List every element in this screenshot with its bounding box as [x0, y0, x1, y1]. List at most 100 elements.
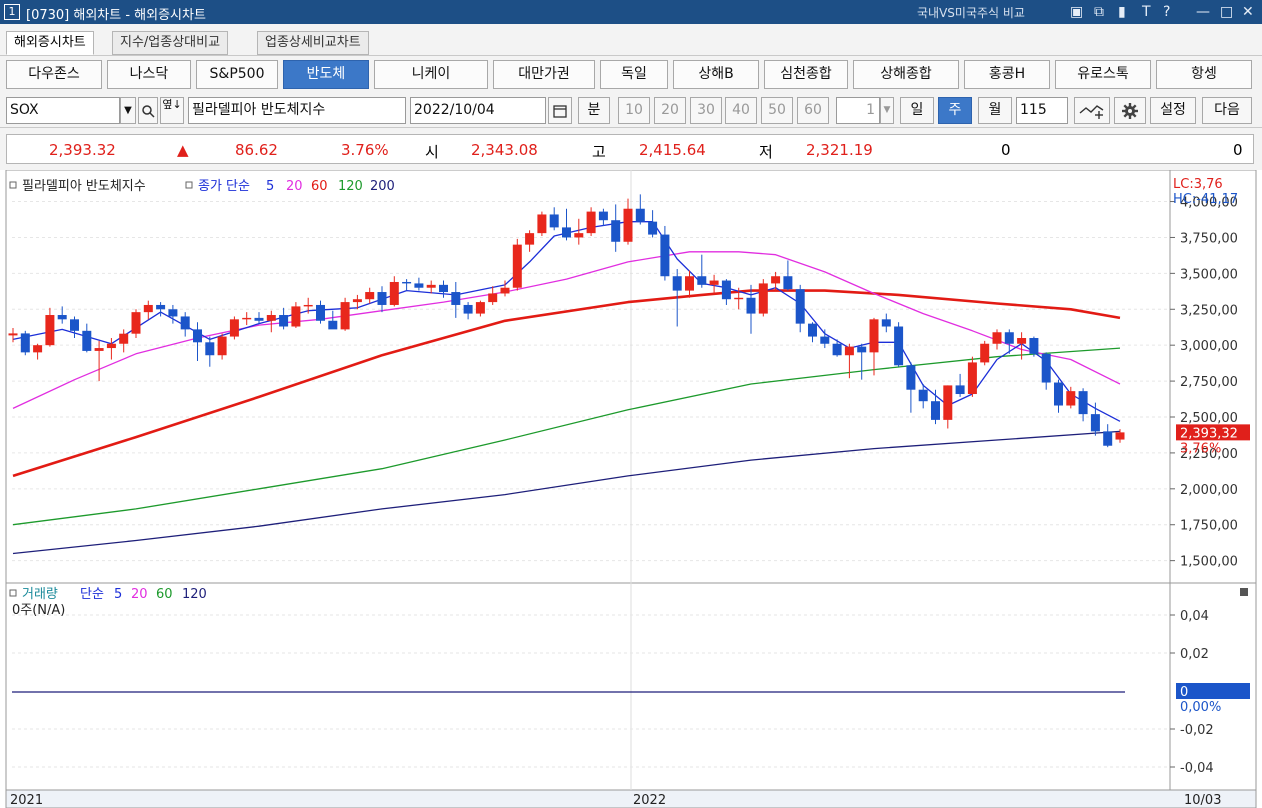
candle-body	[820, 336, 830, 344]
chart-area[interactable]: 0,04 0,02 -0,02 -0,04 1,500,00 1,750,00 2,000…	[0, 170, 1262, 808]
price-tick-label: 3,000,00	[1180, 339, 1238, 354]
index-button-nikkei[interactable]: 니케이	[374, 60, 488, 89]
candle-body	[808, 323, 817, 337]
candle-body	[475, 302, 485, 314]
pin-icon[interactable]: ▮	[1118, 2, 1126, 22]
copy-window-icon[interactable]: ⧉	[1094, 2, 1104, 22]
candle-body	[1054, 382, 1063, 406]
candle-body	[931, 401, 940, 420]
count-input[interactable]: 115	[1016, 97, 1068, 124]
candle-body	[242, 317, 252, 320]
open-label: 시	[425, 143, 439, 161]
ma20-legend: 20	[286, 179, 303, 194]
candle-body	[217, 336, 227, 356]
ma200-legend: 200	[370, 179, 395, 194]
tab-index-compare[interactable]: 지수/업종상대비교	[112, 31, 229, 55]
help-icon[interactable]: ?	[1163, 2, 1170, 22]
candle-body	[402, 281, 412, 284]
candle-body	[709, 280, 719, 285]
candle-body	[697, 276, 707, 285]
font-icon[interactable]: T	[1142, 2, 1151, 22]
index-button-hangseng[interactable]: 항셍	[1156, 60, 1252, 89]
candle-body	[783, 276, 793, 290]
chart-type-icon[interactable]	[1074, 97, 1110, 124]
volume-tick-label: -0,04	[1180, 761, 1214, 776]
candle-body	[106, 343, 116, 349]
compare-link[interactable]: 국내VS미국주식 비교	[917, 4, 1025, 21]
candle-body	[266, 315, 276, 321]
candle-body	[340, 302, 350, 330]
candle-body	[119, 333, 129, 344]
volume-legend-title: 거래량	[22, 587, 58, 602]
gear-icon[interactable]	[1114, 97, 1146, 124]
index-button-shanghai[interactable]: 상해종합	[853, 60, 959, 89]
index-button-dow[interactable]: 다우존스	[6, 60, 102, 89]
period-input[interactable]: 1	[836, 97, 880, 124]
tab-overseas-chart[interactable]: 해외증시차트	[6, 31, 94, 55]
price-tick-label: 1,750,00	[1180, 519, 1238, 534]
candle-body	[488, 293, 498, 303]
amount-value: 0	[1233, 141, 1243, 159]
candle-body	[82, 330, 92, 351]
index-button-hongkong-h[interactable]: 홍콩H	[964, 60, 1050, 89]
index-button-germany[interactable]: 독일	[600, 60, 668, 89]
month-button[interactable]: 월	[978, 97, 1012, 124]
candle-body	[303, 304, 313, 307]
minimize-icon[interactable]: —	[1196, 2, 1210, 22]
x-label-2021: 2021	[10, 793, 43, 808]
candle-body	[70, 319, 79, 331]
layout-icon[interactable]: ▣	[1070, 2, 1083, 22]
symbol-dropdown-icon[interactable]: ▼	[120, 97, 136, 124]
minute-40-button[interactable]: 40	[725, 97, 757, 124]
index-button-shenzhen[interactable]: 심천종합	[764, 60, 848, 89]
candle-body	[94, 348, 104, 351]
favorite-icon[interactable]: 옆↓	[160, 97, 184, 124]
calendar-icon[interactable]	[548, 97, 572, 124]
candle-body	[500, 287, 510, 294]
candle-body	[685, 276, 694, 291]
minute-button[interactable]: 분	[578, 97, 610, 124]
vol-ma60-legend: 60	[156, 587, 173, 602]
window-title: [0730] 해외차트 - 해외증시차트	[26, 8, 206, 23]
candle-body	[832, 343, 842, 356]
candle-body	[291, 306, 301, 327]
vol-ma120-legend: 120	[182, 587, 207, 602]
week-button[interactable]: 주	[938, 97, 972, 124]
search-icon[interactable]	[138, 97, 158, 124]
index-button-nasdaq[interactable]: 나스닥	[107, 60, 191, 89]
index-button-sp500[interactable]: S&P500	[196, 60, 278, 89]
minute-60-button[interactable]: 60	[797, 97, 829, 124]
maximize-icon[interactable]: □	[1220, 2, 1233, 22]
candle-body	[193, 329, 202, 343]
tab-sector-compare[interactable]: 업종상세비교차트	[257, 31, 369, 55]
panel-menu-icon[interactable]	[1240, 588, 1248, 596]
period-dropdown-icon[interactable]: ▼	[880, 97, 894, 124]
candle-body	[180, 316, 190, 330]
next-button[interactable]: 다음	[1202, 97, 1252, 124]
minute-50-button[interactable]: 50	[761, 97, 793, 124]
candlestick-chart[interactable]: 0,04 0,02 -0,02 -0,04 1,500,00 1,750,00 2,000…	[0, 170, 1262, 808]
symbol-input[interactable]: SOX	[6, 97, 120, 124]
minute-10-button[interactable]: 10	[618, 97, 650, 124]
date-input[interactable]: 2022/10/04	[410, 97, 546, 124]
close-icon[interactable]: ✕	[1242, 2, 1254, 22]
settings-button[interactable]: 설정	[1150, 97, 1196, 124]
minute-20-button[interactable]: 20	[654, 97, 686, 124]
candle-body	[537, 214, 547, 234]
candle-body	[611, 220, 621, 242]
candle-body	[131, 312, 141, 334]
candle-body	[758, 283, 768, 314]
volume-current-value: 0	[1180, 685, 1188, 700]
volume-tick-label: -0,02	[1180, 723, 1214, 738]
index-button-shanghai-b[interactable]: 상해B	[673, 60, 759, 89]
x-end-label: 10/03	[1184, 793, 1221, 808]
index-button-taiwan[interactable]: 대만가권	[493, 60, 595, 89]
vol-ma5-legend: 5	[114, 587, 122, 602]
candle-body	[660, 234, 670, 277]
candle-body	[168, 309, 178, 317]
minute-30-button[interactable]: 30	[690, 97, 722, 124]
vol-ma20-legend: 20	[131, 587, 148, 602]
day-button[interactable]: 일	[900, 97, 934, 124]
index-button-eurostoxx[interactable]: 유로스톡	[1055, 60, 1151, 89]
index-button-semiconductor[interactable]: 반도체	[283, 60, 369, 89]
